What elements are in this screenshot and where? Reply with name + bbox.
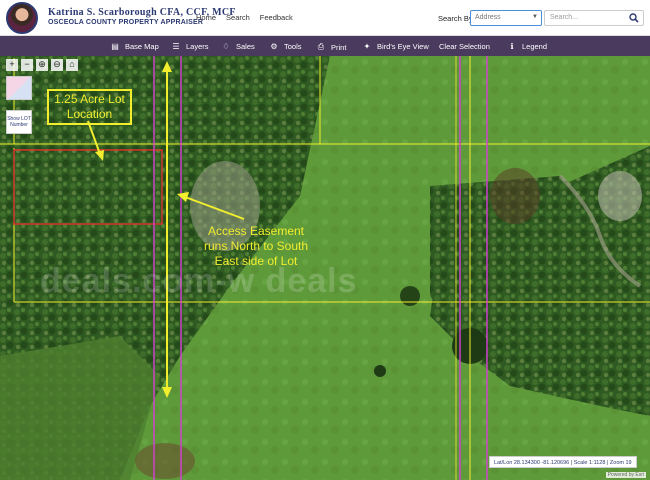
tool-label: Bird's Eye View — [377, 42, 429, 51]
bell-icon: ♢ — [222, 42, 230, 51]
home-icon[interactable]: ⌂ — [66, 59, 78, 71]
tool-label: Layers — [186, 42, 209, 51]
nav-feedback[interactable]: Feedback — [260, 13, 293, 22]
search-input[interactable]: Search... — [544, 10, 644, 26]
search-by-value: Address — [475, 14, 501, 21]
tool-base-map[interactable]: ▤ Base Map — [110, 42, 159, 51]
search-by-label: Search By — [438, 14, 473, 23]
zoom-out-icon[interactable]: − — [21, 59, 33, 71]
tool-label: Print — [331, 42, 347, 52]
layers-icon: ☰ — [172, 42, 180, 51]
tool-clear-selection[interactable]: Clear Selection — [439, 42, 490, 51]
tool-print[interactable]: ⎙ Print — [316, 42, 347, 52]
tool-label: Base Map — [125, 42, 159, 51]
printer-icon: ⎙ — [317, 42, 325, 51]
tool-layers[interactable]: ☰ Layers — [171, 42, 209, 51]
powered-by-label: Powered by Esri — [605, 472, 646, 478]
search-by-select[interactable]: Address ▼ — [470, 10, 542, 26]
app-header: Katrina S. Scarborough CFA, CCF, MCF OSC… — [0, 0, 650, 36]
magnify-out-icon[interactable]: ⊖ — [51, 59, 63, 71]
map-toolbar: ▤ Base Map ☰ Layers ♢ Sales ⚙ Tools ⎙ Pr… — [0, 36, 650, 56]
tool-label: Clear Selection — [439, 42, 490, 51]
scale-readout: Lat/Lon 28.134300 -81.120696 | Scale 1:1… — [489, 456, 637, 468]
gear-icon: ⚙ — [270, 42, 278, 51]
search-icon[interactable] — [629, 13, 639, 23]
zoom-in-icon[interactable]: + — [6, 59, 18, 71]
tool-birds-eye-view[interactable]: ✦ Bird's Eye View — [362, 42, 429, 51]
tool-label: Sales — [236, 42, 255, 51]
tool-label: Legend — [522, 42, 548, 51]
parcel-thumbnail[interactable] — [6, 76, 32, 100]
appraiser-avatar — [6, 2, 38, 34]
map-controls: + − ⊕ ⊖ ⌂ — [6, 59, 78, 71]
top-nav: Home Search Feedback — [196, 13, 293, 22]
map-icon: ▤ — [111, 42, 119, 51]
tool-label: Tools — [284, 42, 302, 51]
nav-home[interactable]: Home — [196, 13, 216, 22]
map-view[interactable]: Show LOT Number 1.25 Acre Lot Location A… — [0, 56, 650, 480]
nav-search[interactable]: Search — [226, 13, 250, 22]
lot-location-label: 1.25 Acre Lot Location — [47, 89, 132, 125]
tool-legend[interactable]: ℹ Legend — [507, 42, 547, 51]
search-placeholder: Search... — [550, 14, 579, 21]
watermark: deals.com-w deals — [40, 262, 358, 300]
magnify-in-icon[interactable]: ⊕ — [36, 59, 48, 71]
show-lot-number-button[interactable]: Show LOT Number — [6, 110, 32, 134]
bird-icon: ✦ — [363, 42, 371, 51]
chevron-down-icon: ▼ — [532, 14, 538, 20]
tool-sales[interactable]: ♢ Sales — [221, 42, 255, 51]
info-icon: ℹ — [510, 42, 514, 51]
tool-tools[interactable]: ⚙ Tools — [269, 42, 302, 51]
